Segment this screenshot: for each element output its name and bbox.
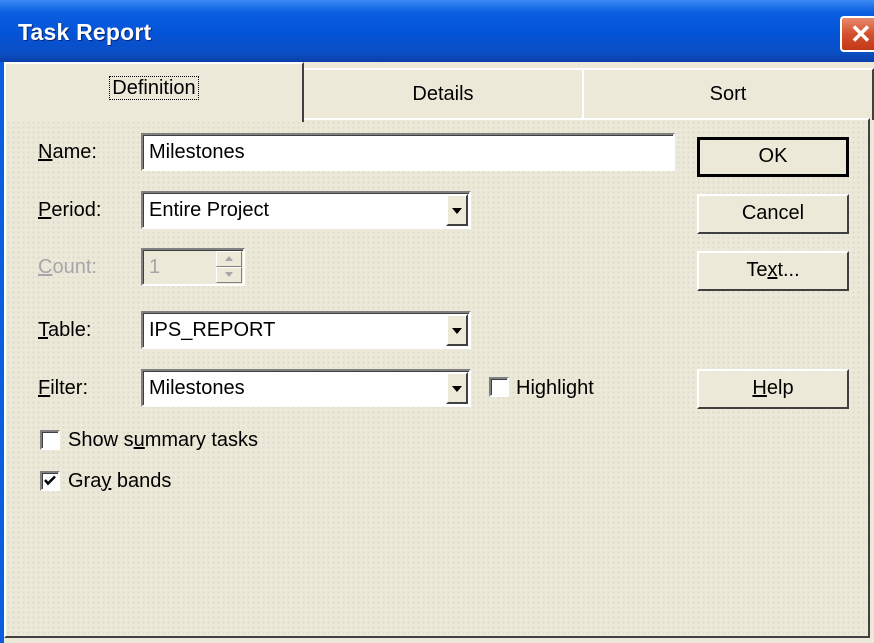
gray-bands-checkbox[interactable] — [40, 471, 60, 491]
table-select-value: IPS_REPORT — [149, 319, 276, 341]
name-input[interactable]: Milestones — [141, 133, 675, 171]
dropdown-arrow-icon[interactable] — [446, 372, 468, 404]
tab-definition-label: Definition — [109, 76, 199, 100]
tab-sort[interactable]: Sort — [582, 68, 874, 120]
highlight-checkbox[interactable] — [489, 377, 509, 397]
period-select[interactable]: Entire Project — [141, 191, 471, 229]
count-spinner — [216, 251, 242, 283]
filter-select-value: Milestones — [149, 377, 245, 399]
spin-up-icon — [216, 251, 242, 267]
name-label: Name: — [38, 141, 97, 163]
filter-label: Filter: — [38, 377, 89, 399]
spin-down-icon — [216, 267, 242, 283]
filter-select[interactable]: Milestones — [141, 369, 471, 407]
checkmark-icon — [44, 475, 56, 486]
close-icon: ✕ — [850, 19, 872, 49]
close-button[interactable]: ✕ — [840, 16, 874, 52]
cancel-button[interactable]: Cancel — [697, 194, 849, 234]
table-select[interactable]: IPS_REPORT — [141, 311, 471, 349]
window-title: Task Report — [18, 19, 152, 45]
help-button[interactable]: Help — [697, 369, 849, 409]
tab-details[interactable]: Details — [302, 68, 584, 120]
text-button[interactable]: Text... — [697, 251, 849, 291]
task-report-dialog: Task Report ✕ Definition Details Sort Na… — [0, 0, 874, 643]
tab-details-label: Details — [412, 83, 474, 105]
dropdown-arrow-icon[interactable] — [446, 314, 468, 346]
title-bar[interactable]: Task Report ✕ — [0, 0, 874, 62]
tab-definition[interactable]: Definition — [4, 62, 304, 122]
highlight-label[interactable]: Highlight — [516, 377, 594, 400]
tab-strip: Definition Details Sort — [4, 62, 874, 122]
period-label: Period: — [38, 199, 102, 221]
show-summary-tasks-label[interactable]: Show summary tasks — [68, 429, 258, 452]
show-summary-tasks-checkbox[interactable] — [40, 430, 60, 450]
count-label: Count: — [38, 256, 97, 278]
name-input-value: Milestones — [149, 141, 245, 163]
count-stepper-value: 1 — [149, 256, 161, 278]
gray-bands-label[interactable]: Gray bands — [68, 470, 171, 493]
tab-sort-label: Sort — [709, 83, 747, 105]
count-stepper: 1 — [141, 248, 245, 286]
period-select-value: Entire Project — [149, 199, 270, 221]
ok-button[interactable]: OK — [697, 137, 849, 177]
table-label: Table: — [38, 319, 92, 341]
dropdown-arrow-icon[interactable] — [446, 194, 468, 226]
